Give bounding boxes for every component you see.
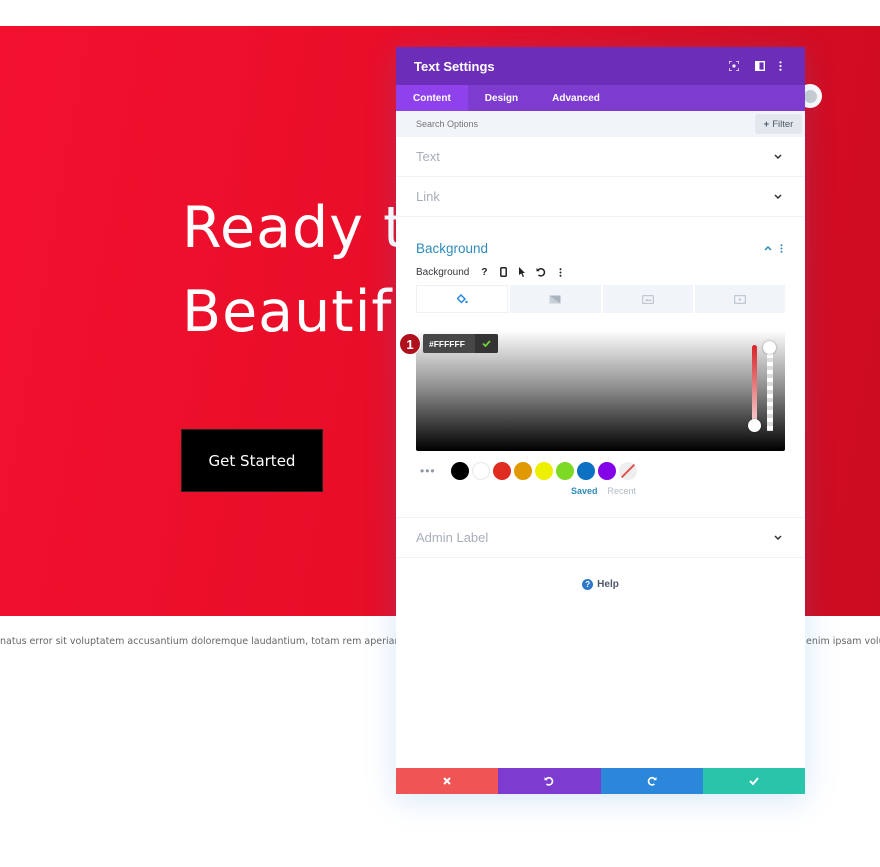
section-link[interactable]: Link (396, 177, 805, 217)
filter-label: Filter (772, 118, 794, 130)
split-view-icon[interactable] (747, 56, 773, 76)
swatch-tabs: Saved Recent (416, 486, 785, 496)
hex-input[interactable]: #FFFFFF (423, 334, 475, 353)
search-options-input[interactable] (416, 119, 805, 129)
tab-recent-colors[interactable]: Recent (608, 486, 637, 496)
hue-slider[interactable] (752, 345, 757, 425)
swatch-yellow[interactable] (535, 462, 553, 480)
tab-content[interactable]: Content (396, 85, 468, 111)
section-admin-label[interactable]: Admin Label (396, 518, 805, 558)
handle-icon (803, 89, 817, 103)
section-link-label: Link (416, 189, 440, 204)
swatch-purple[interactable] (598, 462, 616, 480)
hue-slider-handle[interactable] (748, 419, 761, 432)
gradient-icon (549, 295, 561, 303)
more-vertical-icon[interactable] (777, 241, 785, 255)
plus-icon: + (763, 118, 770, 130)
focus-icon[interactable] (721, 56, 747, 76)
section-admin-label-text: Admin Label (416, 530, 489, 545)
discard-button[interactable] (396, 768, 499, 794)
more-icon[interactable] (554, 266, 566, 278)
redo-button[interactable] (600, 768, 703, 794)
close-icon (443, 777, 451, 785)
get-started-button[interactable]: Get Started (181, 429, 323, 492)
hero-title-line-1: Ready t (182, 195, 407, 261)
help-label: Help (597, 578, 619, 590)
more-swatches-icon[interactable]: ••• (416, 464, 451, 478)
check-icon (482, 340, 491, 347)
undo-icon (544, 776, 554, 786)
help-link[interactable]: ? Help (396, 558, 805, 610)
step-badge: 1 (399, 333, 421, 355)
bg-tab-color[interactable] (416, 285, 509, 313)
swatch-orange[interactable] (514, 462, 532, 480)
background-type-tabs (416, 285, 785, 313)
search-row: + Filter (396, 111, 805, 137)
hero-title: Ready t Beautif (182, 186, 406, 354)
panel-footer (396, 768, 805, 794)
image-icon (641, 294, 654, 304)
redo-icon (647, 776, 657, 786)
swatch-blue[interactable] (577, 462, 595, 480)
check-icon (749, 777, 759, 785)
body-text-left: natus error sit voluptatem accusantium d… (0, 636, 440, 647)
tab-saved-colors[interactable]: Saved (571, 486, 598, 496)
swatch-green[interactable] (556, 462, 574, 480)
color-swatches: ••• (416, 461, 785, 481)
color-picker-area[interactable]: 1 #FFFFFF (399, 330, 785, 451)
help-circle-icon: ? (582, 578, 594, 590)
hero-title-line-2: Beautif (182, 279, 393, 345)
panel-header[interactable]: Text Settings (396, 47, 805, 85)
swatch-white[interactable] (472, 462, 490, 480)
chevron-down-icon (771, 190, 785, 204)
hex-input-group: #FFFFFF (423, 334, 498, 353)
body-text-right: enim ipsam volup (806, 636, 880, 647)
save-button[interactable] (702, 768, 805, 794)
tab-advanced[interactable]: Advanced (535, 85, 617, 111)
swatch-black[interactable] (451, 462, 469, 480)
mobile-icon[interactable] (497, 266, 509, 278)
chevron-down-icon (771, 150, 785, 164)
help-icon[interactable]: ? (478, 266, 490, 278)
paint-bucket-icon (456, 294, 468, 304)
section-background-header[interactable]: Background (416, 217, 785, 269)
video-icon (734, 294, 746, 304)
tab-design[interactable]: Design (468, 85, 535, 111)
section-text-label: Text (416, 149, 440, 164)
bg-tab-image[interactable] (602, 285, 693, 313)
more-vertical-icon[interactable] (773, 56, 787, 76)
swatch-none-icon[interactable] (619, 462, 637, 480)
page: Ready t Beautif Get Started natus error … (0, 0, 880, 867)
background-option-row: Background ? (416, 266, 785, 278)
panel-title: Text Settings (414, 58, 495, 74)
text-settings-panel: Text Settings Content Design Advanced + … (396, 47, 805, 794)
background-option-label: Background (416, 266, 470, 278)
panel-tabs: Content Design Advanced (396, 85, 805, 111)
chevron-down-icon (771, 531, 785, 545)
bg-tab-gradient[interactable] (510, 285, 601, 313)
chevron-up-icon[interactable] (761, 241, 775, 255)
section-background: Background Background ? 1 #FFFFFF ••• Sa… (396, 217, 805, 518)
filter-button[interactable]: + Filter (755, 114, 802, 134)
reset-icon[interactable] (535, 266, 547, 278)
cursor-icon[interactable] (516, 266, 528, 278)
hex-apply-button[interactable] (475, 334, 498, 353)
undo-button[interactable] (498, 768, 601, 794)
opacity-slider[interactable] (767, 346, 773, 431)
swatch-red[interactable] (493, 462, 511, 480)
opacity-slider-handle[interactable] (763, 341, 776, 354)
section-background-label: Background (416, 240, 489, 256)
section-text[interactable]: Text (396, 137, 805, 177)
bg-tab-video[interactable] (694, 285, 785, 313)
